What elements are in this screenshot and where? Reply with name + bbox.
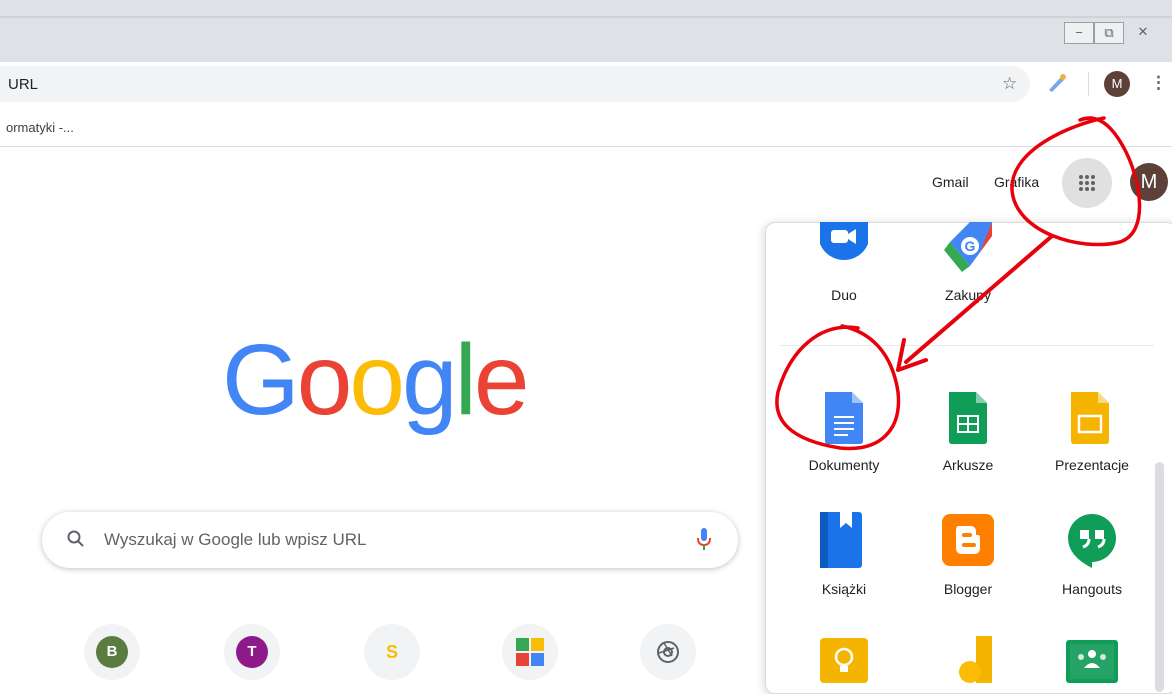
- annotation-circle-docs: [775, 324, 901, 451]
- annotation-arrow-line: [904, 234, 1054, 364]
- annotation-circle-apps: [1010, 116, 1142, 247]
- annotation-overlay: [775, 116, 1142, 451]
